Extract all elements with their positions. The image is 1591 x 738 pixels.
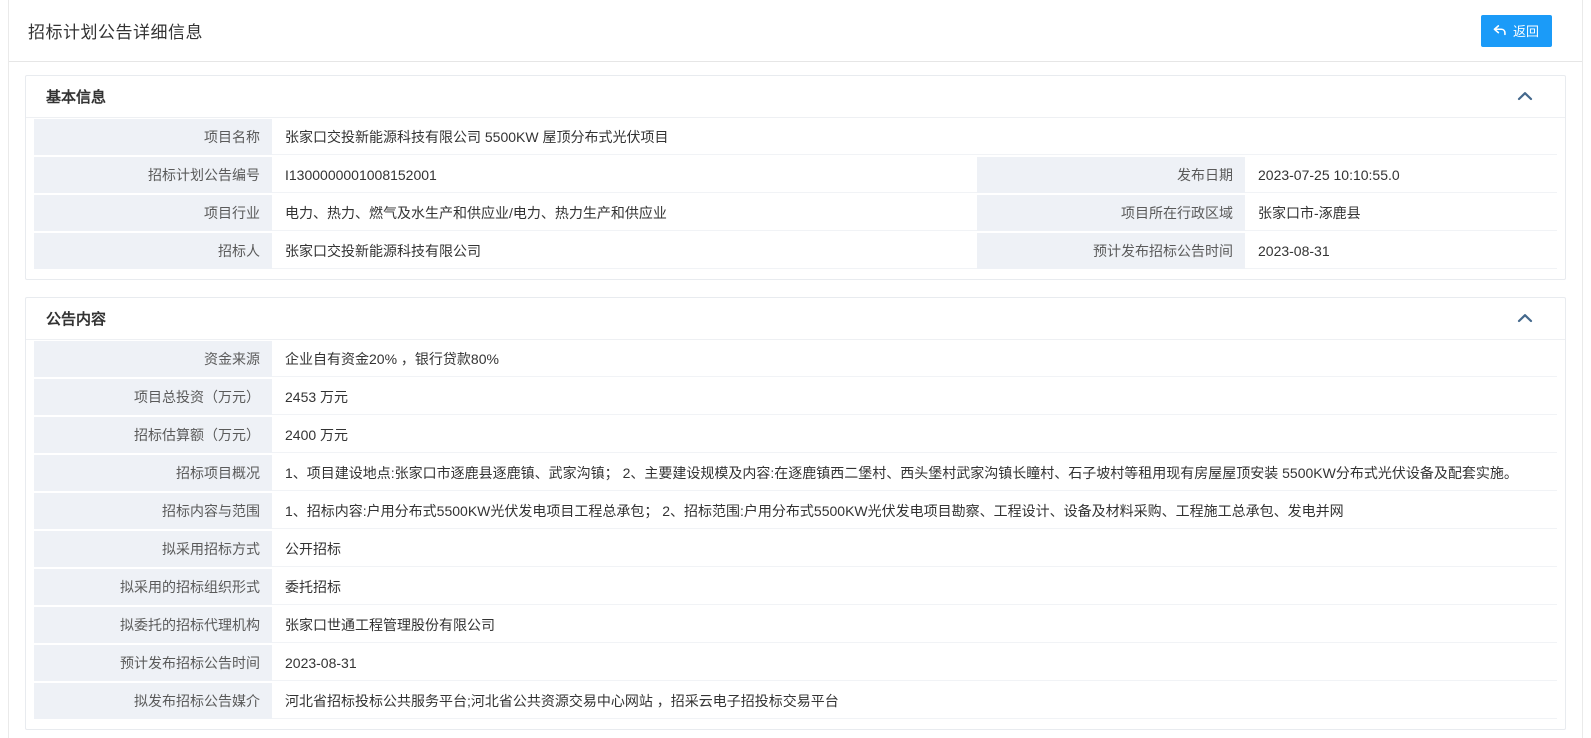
field-value: 河北省招标投标公共服务平台;河北省公共资源交易中心网站 ，招采云电子招投标交易平…	[272, 683, 1557, 721]
field-value: 1、项目建设地点:张家口市逐鹿县逐鹿镇、武家沟镇； 2、主要建设规模及内容:在逐…	[272, 455, 1557, 493]
table-row: 拟发布招标公告媒介河北省招标投标公共服务平台;河北省公共资源交易中心网站 ，招采…	[34, 683, 1557, 721]
field-label: 招标项目概况	[34, 455, 272, 493]
field-value: 公开招标	[272, 531, 1557, 569]
basic-info-card-header: 基本信息	[26, 76, 1565, 118]
reply-arrow-icon	[1492, 23, 1507, 37]
field-value: 电力、热力、燃气及水生产和供应业/电力、热力生产和供应业	[272, 195, 977, 233]
table-row: 拟采用的招标组织形式委托招标	[34, 569, 1557, 607]
field-label: 项目行业	[34, 195, 272, 233]
field-value: 2453 万元	[272, 379, 1557, 417]
announcement-card: 公告内容 资金来源企业自有资金20% ，银行贷款80%项目总投资（万元）2453…	[25, 297, 1566, 730]
field-value: 张家口世通工程管理股份有限公司	[272, 607, 1557, 645]
field-value: 张家口交投新能源科技有限公司	[272, 233, 977, 271]
page-container: 招标计划公告详细信息 返回 基本信息	[8, 0, 1583, 738]
field-value: 委托招标	[272, 569, 1557, 607]
field-value: 2023-07-25 10:10:55.0	[1245, 157, 1557, 195]
field-label: 招标内容与范围	[34, 493, 272, 531]
chevron-up-icon	[1517, 89, 1533, 104]
field-label: 招标估算额（万元）	[34, 417, 272, 455]
field-label: 项目名称	[34, 119, 272, 157]
table-row: 资金来源企业自有资金20% ，银行贷款80%	[34, 341, 1557, 379]
field-label: 资金来源	[34, 341, 272, 379]
announcement-collapse-button[interactable]	[1515, 309, 1535, 328]
basic-info-card: 基本信息 项目名称 张家口交投新能源科技有限公司 5500KW 屋顶分布式光伏项…	[25, 75, 1566, 280]
field-label: 拟采用的招标组织形式	[34, 569, 272, 607]
field-value: 张家口市-涿鹿县	[1245, 195, 1557, 233]
table-row: 招标人 张家口交投新能源科技有限公司 预计发布招标公告时间 2023-08-31	[34, 233, 1557, 271]
field-value: 企业自有资金20% ，银行贷款80%	[272, 341, 1557, 379]
field-label: 招标人	[34, 233, 272, 271]
table-row: 招标项目概况1、项目建设地点:张家口市逐鹿县逐鹿镇、武家沟镇； 2、主要建设规模…	[34, 455, 1557, 493]
table-row: 拟委托的招标代理机构张家口世通工程管理股份有限公司	[34, 607, 1557, 645]
table-row: 项目总投资（万元）2453 万元	[34, 379, 1557, 417]
table-row: 预计发布招标公告时间2023-08-31	[34, 645, 1557, 683]
page-title: 招标计划公告详细信息	[28, 18, 203, 43]
field-value: 1、招标内容:户用分布式5500KW光伏发电项目工程总承包； 2、招标范围:户用…	[272, 493, 1557, 531]
field-label: 发布日期	[977, 157, 1245, 195]
field-label: 拟委托的招标代理机构	[34, 607, 272, 645]
basic-info-title: 基本信息	[46, 86, 106, 107]
field-label: 招标计划公告编号	[34, 157, 272, 195]
field-value: I1300000001008152001	[272, 157, 977, 195]
back-button[interactable]: 返回	[1481, 15, 1552, 47]
field-label: 拟采用招标方式	[34, 531, 272, 569]
field-label: 预计发布招标公告时间	[977, 233, 1245, 271]
field-label: 项目所在行政区域	[977, 195, 1245, 233]
chevron-up-icon	[1517, 311, 1533, 326]
table-row: 项目名称 张家口交投新能源科技有限公司 5500KW 屋顶分布式光伏项目	[34, 119, 1557, 157]
back-button-label: 返回	[1513, 21, 1539, 40]
announcement-card-header: 公告内容	[26, 298, 1565, 340]
table-row: 拟采用招标方式公开招标	[34, 531, 1557, 569]
field-value: 2400 万元	[272, 417, 1557, 455]
page-header: 招标计划公告详细信息 返回	[9, 0, 1582, 62]
announcement-title: 公告内容	[46, 308, 106, 329]
field-label: 拟发布招标公告媒介	[34, 683, 272, 721]
table-row: 招标内容与范围1、招标内容:户用分布式5500KW光伏发电项目工程总承包； 2、…	[34, 493, 1557, 531]
table-row: 招标计划公告编号 I1300000001008152001 发布日期 2023-…	[34, 157, 1557, 195]
table-row: 招标估算额（万元）2400 万元	[34, 417, 1557, 455]
field-value: 2023-08-31	[1245, 233, 1557, 271]
field-value: 张家口交投新能源科技有限公司 5500KW 屋顶分布式光伏项目	[272, 119, 1557, 157]
field-value: 2023-08-31	[272, 645, 1557, 683]
announcement-table: 资金来源企业自有资金20% ，银行贷款80%项目总投资（万元）2453 万元招标…	[26, 340, 1565, 729]
basic-info-table: 项目名称 张家口交投新能源科技有限公司 5500KW 屋顶分布式光伏项目 招标计…	[26, 118, 1565, 279]
basic-info-collapse-button[interactable]	[1515, 87, 1535, 106]
field-label: 预计发布招标公告时间	[34, 645, 272, 683]
field-label: 项目总投资（万元）	[34, 379, 272, 417]
content-area: 基本信息 项目名称 张家口交投新能源科技有限公司 5500KW 屋顶分布式光伏项…	[9, 62, 1582, 738]
table-row: 项目行业 电力、热力、燃气及水生产和供应业/电力、热力生产和供应业 项目所在行政…	[34, 195, 1557, 233]
